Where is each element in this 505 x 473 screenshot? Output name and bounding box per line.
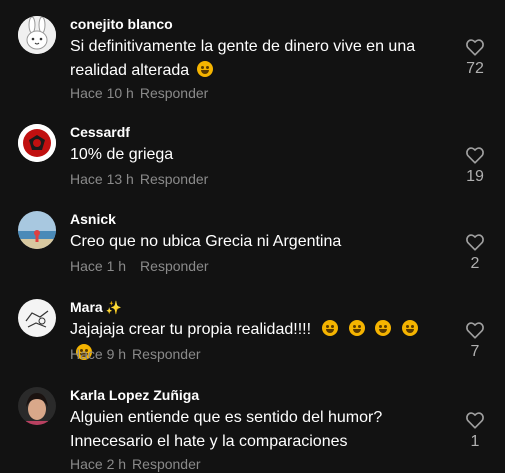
sketch-avatar-icon	[18, 299, 56, 337]
like-group: 2	[463, 233, 487, 273]
sparkles-icon: ✨	[105, 300, 122, 315]
comment-time: Hace 9 h	[70, 346, 127, 362]
comment-text-line: Creo que no ubica Grecia ni Argentina	[70, 233, 342, 250]
reply-button[interactable]: Responder	[140, 171, 209, 187]
beach-photo-avatar-icon	[18, 211, 56, 249]
reply-button[interactable]: Responder	[140, 85, 209, 101]
comment-item: Mara ✨ Jajajaja crear tu propia realidad!…	[0, 285, 505, 375]
reply-button[interactable]: Responder	[140, 258, 209, 274]
grinning-sweat-emoji-icon	[401, 320, 418, 336]
comment-text-line: Alguien entiende que es sentido del humo…	[70, 409, 383, 426]
comment-text-line: 10% de griega	[70, 146, 174, 163]
comment-item: Karla Lopez Zuñiga Alguien entiende que …	[0, 373, 505, 473]
reply-button[interactable]: Responder	[132, 456, 201, 472]
username-text: Mara	[70, 299, 103, 315]
like-group: 19	[463, 146, 487, 186]
like-count: 7	[470, 343, 480, 360]
like-group: 7	[463, 321, 487, 361]
comment-time: Hace 13 h	[70, 171, 134, 187]
reply-button[interactable]: Responder	[132, 346, 201, 362]
avatar[interactable]	[18, 124, 56, 162]
comment-text-line: Innecesario el hate y la comparaciones	[70, 433, 348, 450]
comment-meta: Hace 1 h Responder	[70, 258, 209, 274]
comment-meta: Hace 10 h Responder	[70, 85, 208, 101]
comment-text: Si definitivamente la gente de dinero vi…	[70, 35, 440, 83]
comment-text: Creo que no ubica Grecia ni Argentina	[70, 230, 440, 254]
comment-time: Hace 2 h	[70, 456, 127, 472]
like-count: 19	[466, 168, 484, 185]
like-group: 1	[463, 411, 487, 451]
comment-username[interactable]: Karla Lopez Zuñiga	[70, 387, 199, 403]
comment-item: Asnick Creo que no ubica Grecia ni Argen…	[0, 197, 505, 287]
avatar[interactable]	[18, 387, 56, 425]
comment-text-line: realidad alterada	[70, 62, 190, 79]
avatar[interactable]	[18, 16, 56, 54]
like-group: 72	[463, 38, 487, 78]
heart-outline-icon[interactable]	[465, 321, 485, 339]
like-count: 72	[466, 60, 484, 77]
comment-meta: Hace 9 h Responder	[70, 346, 201, 362]
comment-meta: Hace 2 h Responder	[70, 456, 201, 472]
comment-username[interactable]: Cessardf	[70, 124, 130, 140]
heart-outline-icon[interactable]	[465, 146, 485, 164]
comment-text-line: Jajajaja crear tu propia realidad!!!!	[70, 321, 312, 338]
red-emblem-avatar-icon	[18, 124, 56, 162]
grinning-sweat-emoji-icon	[348, 320, 365, 336]
grinning-sweat-emoji-icon	[375, 320, 392, 336]
heart-outline-icon[interactable]	[465, 233, 485, 251]
grinning-sweat-emoji-icon	[322, 320, 339, 336]
heart-outline-icon[interactable]	[465, 411, 485, 429]
comment-time: Hace 1 h	[70, 258, 127, 274]
comment-time: Hace 10 h	[70, 85, 134, 101]
comment-meta: Hace 13 h Responder	[70, 171, 208, 187]
comment-username[interactable]: Mara ✨	[70, 299, 122, 316]
like-count: 1	[470, 433, 480, 450]
heart-outline-icon[interactable]	[465, 38, 485, 56]
comment-username[interactable]: conejito blanco	[70, 16, 173, 32]
comment-text: Alguien entiende que es sentido del humo…	[70, 406, 440, 454]
comment-username[interactable]: Asnick	[70, 211, 116, 227]
like-count: 2	[470, 255, 480, 272]
portrait-avatar-icon	[18, 387, 56, 425]
comment-text-line: Si definitivamente la gente de dinero vi…	[70, 38, 416, 55]
avatar[interactable]	[18, 299, 56, 337]
comment-item: Cessardf 10% de griega Hace 13 h Responde…	[0, 110, 505, 200]
rabbit-avatar-icon	[18, 16, 56, 54]
comment-item: conejito blanco Si definitivamente la ge…	[0, 0, 505, 101]
laughing-emoji-icon	[196, 61, 213, 77]
comment-text: 10% de griega	[70, 143, 440, 167]
avatar[interactable]	[18, 211, 56, 249]
